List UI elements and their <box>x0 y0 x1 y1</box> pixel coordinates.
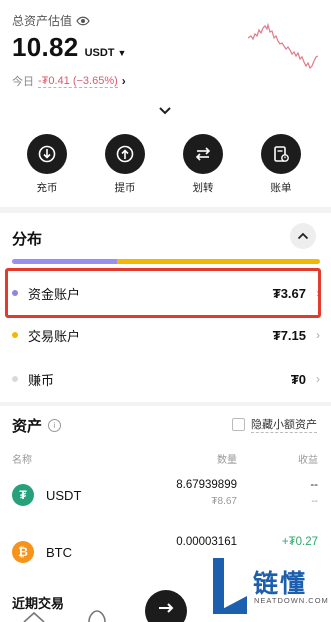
estimated-value-label: 总资产估值 <box>12 12 90 29</box>
account-value: ₮7.15 <box>272 327 306 343</box>
section-divider <box>0 402 331 406</box>
column-header-name: 名称 <box>12 455 32 466</box>
total-amount-row: 10.82 USDT ▼ <box>12 32 126 63</box>
account-dot <box>12 376 18 382</box>
trade-button[interactable] <box>145 590 187 622</box>
chevron-right-icon: › <box>316 328 320 342</box>
today-change: -₮0.41 (−3.65%) <box>38 74 118 88</box>
hide-small-checkbox[interactable] <box>232 418 245 431</box>
markets-icon[interactable] <box>86 607 108 622</box>
hide-small-label: 隐藏小额资产 <box>251 416 317 433</box>
asset-quantity: 0.00003161 <box>176 536 237 548</box>
watermark-subtext: NEATDOWN.COM <box>254 596 329 605</box>
withdraw-icon <box>105 134 145 174</box>
transfer-label: 划转 <box>192 182 214 194</box>
usdt-icon: ₮ <box>12 484 34 506</box>
asset-quantity: 8.67939899 <box>176 479 237 491</box>
chevron-up-icon <box>297 232 309 240</box>
info-icon[interactable]: i <box>48 419 62 432</box>
deposit-icon <box>27 134 67 174</box>
distribution-bar <box>12 259 320 264</box>
assets-title-row: 资产 i <box>12 415 62 436</box>
collapse-distribution-button[interactable] <box>290 223 316 249</box>
account-name: 交易账户 <box>28 328 81 344</box>
asset-pnl: -- <box>310 479 318 491</box>
distribution-segment-funding <box>12 259 117 264</box>
highlight-annotation <box>5 268 321 318</box>
asset-fiat-value: ₮8.67 <box>211 496 237 507</box>
caret-down-icon[interactable]: ▼ <box>118 48 127 58</box>
deposit-button[interactable]: 充币 <box>17 134 77 195</box>
today-label: 今日 <box>12 76 34 88</box>
asset-name: BTC <box>46 545 72 560</box>
asset-name: USDT <box>46 488 82 503</box>
chevron-right-icon: › <box>121 74 126 88</box>
column-header-pnl: 收益 <box>298 455 318 466</box>
deposit-label: 充币 <box>36 182 58 194</box>
distribution-segment-trading <box>116 259 320 264</box>
bill-button[interactable]: 账单 <box>251 134 311 195</box>
assets-title: 资产 <box>12 418 43 435</box>
balance-header: 总资产估值 10.82 USDT ▼ 今日 -₮0.41 (−3.65%) › <box>12 8 322 108</box>
btc-icon: ₿ <box>12 541 34 563</box>
asset-row-usdt[interactable]: ₮ USDT 8.67939899 ₮8.67 -- -- <box>12 476 318 516</box>
chevron-right-icon: › <box>316 372 320 386</box>
hide-small-assets-toggle[interactable]: 隐藏小额资产 <box>232 416 317 433</box>
watermark-logo: 链懂 NEATDOWN.COM <box>207 550 331 622</box>
asset-pnl: +₮0.27 <box>281 536 318 548</box>
home-icon[interactable] <box>22 610 46 622</box>
column-header-quantity: 数量 <box>217 455 237 466</box>
swap-icon <box>159 603 174 613</box>
account-value: ₮0 <box>290 371 306 387</box>
transfer-button[interactable]: 划转 <box>173 134 233 195</box>
account-row-trading[interactable]: 交易账户 ₮7.15 › <box>12 315 320 355</box>
account-name: 赚币 <box>28 372 55 388</box>
bill-label: 账单 <box>270 182 292 194</box>
distribution-title: 分布 <box>12 231 43 248</box>
section-divider <box>0 207 331 213</box>
logo-l-icon <box>213 558 247 614</box>
estimated-value-text: 总资产估值 <box>12 14 73 28</box>
balance-sparkline <box>248 22 318 70</box>
account-row-earn[interactable]: 赚币 ₮0 › <box>12 359 320 399</box>
asset-pnl-sub: -- <box>311 496 318 507</box>
withdraw-button[interactable]: 提币 <box>95 134 155 195</box>
withdraw-label: 提币 <box>114 182 136 194</box>
bill-icon <box>261 134 301 174</box>
action-bar: 充币 提币 划转 账单 <box>0 134 331 200</box>
transfer-icon <box>183 134 223 174</box>
currency-selector[interactable]: USDT <box>85 47 115 59</box>
total-amount: 10.82 <box>12 32 79 62</box>
today-pnl-row[interactable]: 今日 -₮0.41 (−3.65%) › <box>12 73 126 89</box>
account-dot <box>12 332 18 338</box>
expand-chevron-icon[interactable] <box>158 106 172 116</box>
watermark-text: 链懂 <box>253 570 308 598</box>
eye-icon[interactable] <box>76 16 90 26</box>
